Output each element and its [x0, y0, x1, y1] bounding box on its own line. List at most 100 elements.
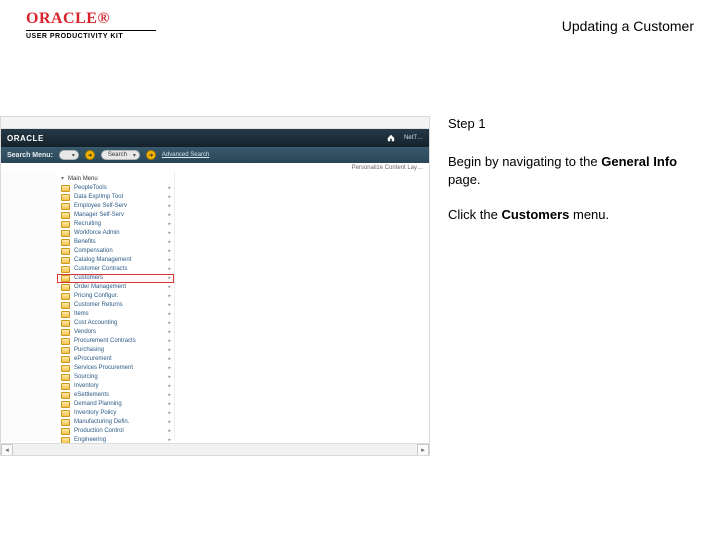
menu-item-label: Pricing Configur. — [74, 292, 118, 301]
folder-icon — [61, 347, 70, 354]
chevron-right-icon: ▸ — [168, 355, 171, 364]
menu-item[interactable]: Order Management▸ — [57, 283, 174, 292]
menu-item-label: Production Control — [74, 427, 124, 436]
bold-text: Customers — [501, 207, 569, 222]
brand-rule — [26, 30, 156, 31]
folder-icon — [61, 239, 70, 246]
screenshot-column: ORACLE NetT… Search Menu: ▾ ➜ Searc — [0, 116, 430, 456]
chevron-right-icon: ▸ — [168, 400, 171, 409]
personalize-link[interactable]: Personalize Content Lay… — [1, 163, 429, 171]
menu-item[interactable]: Procurement Contracts▸ — [57, 337, 174, 346]
instruction-panel: Step 1 Begin by navigating to the Genera… — [448, 116, 694, 456]
folder-icon — [61, 320, 70, 327]
app-brand: ORACLE — [7, 134, 44, 143]
home-icon[interactable] — [386, 133, 396, 143]
folder-icon — [61, 410, 70, 417]
menu-item-label: Inventory Policy — [74, 409, 116, 418]
menu-item[interactable]: Workforce Admin▸ — [57, 229, 174, 238]
menu-item-label: Customer Returns — [74, 301, 123, 310]
menu-item[interactable]: Inventory▸ — [57, 382, 174, 391]
folder-icon — [61, 419, 70, 426]
menu-item-label: Vendors — [74, 328, 96, 337]
search-scope-select[interactable]: ▾ — [59, 150, 79, 160]
menu-item[interactable]: eProcurement▸ — [57, 355, 174, 364]
instruction-line-2: Click the Customers menu. — [448, 206, 694, 224]
scroll-track[interactable] — [13, 444, 417, 456]
brand-subtitle: USER PRODUCTIVITY KIT — [26, 33, 156, 40]
folder-icon — [61, 293, 70, 300]
menu-item-label: Manufacturing Defin. — [74, 418, 129, 427]
chevron-right-icon: ▸ — [168, 202, 171, 211]
menu-item[interactable]: Pricing Configur.▸ — [57, 292, 174, 301]
chevron-right-icon: ▸ — [168, 229, 171, 238]
folder-icon — [61, 356, 70, 363]
menu-item[interactable]: Catalog Management▸ — [57, 256, 174, 265]
menu-item[interactable]: eSettlements▸ — [57, 391, 174, 400]
bold-text: General Info — [601, 154, 677, 169]
brand-logo: ORACLE® — [26, 10, 156, 28]
menu-item[interactable]: Services Procurement▸ — [57, 364, 174, 373]
folder-icon — [61, 221, 70, 228]
chevron-right-icon: ▸ — [168, 382, 171, 391]
page-body: ORACLE NetT… Search Menu: ▾ ➜ Searc — [0, 46, 720, 456]
menu-item[interactable]: PeopleTools▸ — [57, 184, 174, 193]
content-area — [175, 171, 429, 441]
menu-item[interactable]: Employee Self-Serv▸ — [57, 202, 174, 211]
advanced-search-link[interactable]: Advanced Search — [162, 152, 209, 158]
menu-item[interactable]: Sourcing▸ — [57, 373, 174, 382]
menu-item[interactable]: Recruiting▸ — [57, 220, 174, 229]
text: menu. — [569, 207, 609, 222]
brand-dot: ® — [97, 10, 109, 27]
chevron-right-icon: ▸ — [168, 346, 171, 355]
menu-header[interactable]: ▾ Main Menu — [57, 173, 174, 184]
menu-item[interactable]: Items▸ — [57, 310, 174, 319]
menu-item[interactable]: Customers▸ — [57, 274, 174, 283]
menu-item-label: Customer Contracts — [74, 265, 127, 274]
horizontal-scrollbar[interactable]: ◂ ▸ — [1, 443, 429, 455]
menu-item[interactable]: Customer Contracts▸ — [57, 265, 174, 274]
scroll-right-button[interactable]: ▸ — [417, 444, 429, 456]
menu-list: PeopleTools▸Data Exp/Imp Tool▸Employee S… — [57, 184, 174, 456]
chevron-right-icon: ▸ — [168, 247, 171, 256]
menu-item-label: Catalog Management — [74, 256, 131, 265]
search-field-value: Search — [108, 152, 127, 158]
search-go-button[interactable]: ➜ — [85, 150, 95, 160]
menu-item[interactable]: Production Control▸ — [57, 427, 174, 436]
search-field-pill[interactable]: Search ▾ — [101, 150, 140, 160]
menu-item[interactable]: Manufacturing Defin.▸ — [57, 418, 174, 427]
menu-item[interactable]: Inventory Policy ▸ — [57, 409, 174, 418]
folder-icon — [61, 428, 70, 435]
folder-icon — [61, 329, 70, 336]
menu-item-label: Purchasing — [74, 346, 104, 355]
folder-icon — [61, 302, 70, 309]
menu-item[interactable]: Manager Self-Serv▸ — [57, 211, 174, 220]
menu-item[interactable]: Customer Returns ▸ — [57, 301, 174, 310]
left-gutter — [1, 171, 57, 441]
search-go-button-2[interactable]: ➜ — [146, 150, 156, 160]
page-header: ORACLE® USER PRODUCTIVITY KIT Updating a… — [0, 0, 720, 46]
chevron-right-icon: ▸ — [168, 409, 171, 418]
top-bar-link[interactable]: NetT… — [404, 135, 423, 141]
menu-item-label: Procurement Contracts — [74, 337, 136, 346]
app-top-bar: ORACLE NetT… — [1, 129, 429, 147]
folder-icon — [61, 248, 70, 255]
brand-text: ORACLE — [26, 10, 97, 27]
menu-item[interactable]: Cost Accounting▸ — [57, 319, 174, 328]
folder-icon — [61, 203, 70, 210]
search-bar: Search Menu: ▾ ➜ Search ▾ ➜ Advanced Sea… — [1, 147, 429, 163]
menu-item[interactable]: Compensation▸ — [57, 247, 174, 256]
menu-item[interactable]: Demand Planning▸ — [57, 400, 174, 409]
scroll-left-button[interactable]: ◂ — [1, 444, 13, 456]
menu-item[interactable]: Purchasing ▸ — [57, 346, 174, 355]
chevron-right-icon: ▸ — [168, 301, 171, 310]
menu-item-label: Benefits — [74, 238, 96, 247]
chevron-right-icon: ▸ — [168, 391, 171, 400]
menu-item[interactable]: Data Exp/Imp Tool▸ — [57, 193, 174, 202]
menu-item[interactable]: Vendors ▸ — [57, 328, 174, 337]
folder-icon — [61, 455, 70, 456]
text: Begin by navigating to the — [448, 154, 601, 169]
chevron-right-icon: ▸ — [168, 328, 171, 337]
menu-item-label: Items — [74, 310, 89, 319]
menu-item[interactable]: Benefits▸ — [57, 238, 174, 247]
folder-icon — [61, 383, 70, 390]
